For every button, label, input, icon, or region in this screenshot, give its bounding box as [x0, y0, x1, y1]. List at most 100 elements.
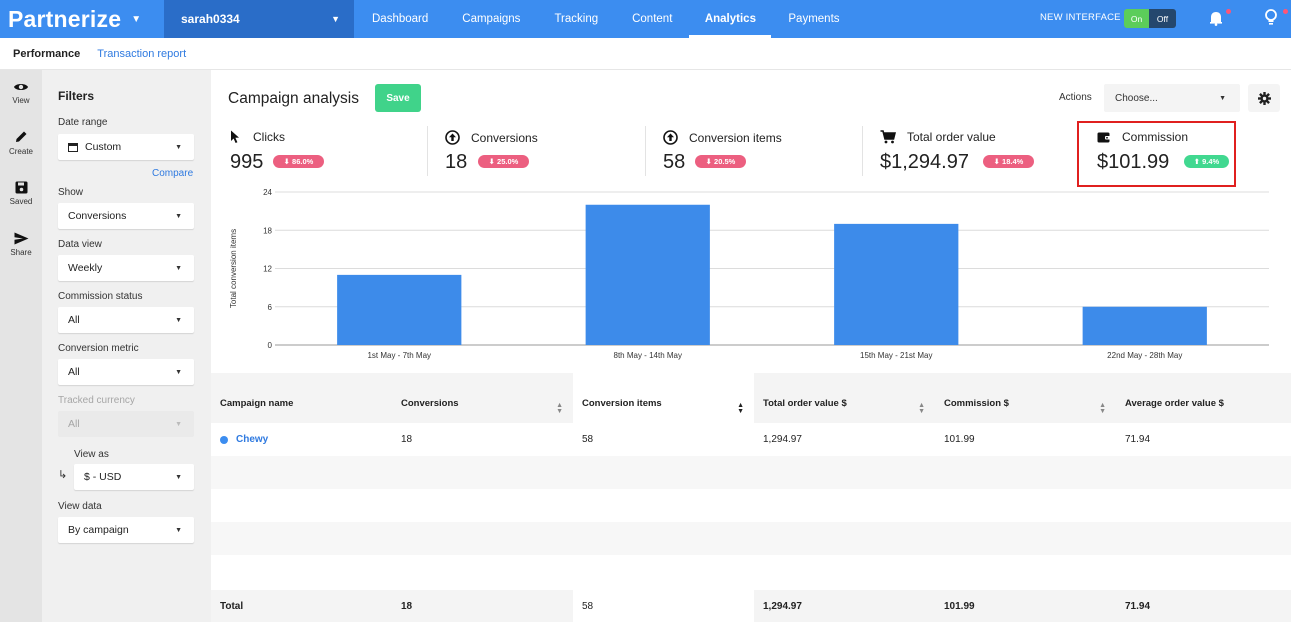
rail-share[interactable]: Share — [0, 232, 42, 257]
date-range-label: Date range — [58, 117, 108, 128]
campaign-link[interactable]: Chewy — [211, 423, 268, 456]
calendar-icon — [68, 143, 78, 152]
kpi-change-badge: ⬇ 18.4% — [983, 155, 1034, 168]
sort-icon[interactable]: ▲ ▼ — [1099, 402, 1106, 415]
kpi-change: 25.0% — [497, 157, 519, 166]
caret-down-icon: ▼ — [175, 316, 182, 324]
table-row-empty — [211, 522, 1291, 555]
rail-view[interactable]: View — [0, 81, 42, 105]
partnerize-logo[interactable]: Partnerize ▼ — [0, 0, 164, 38]
kpi-change-badge: ⬇ 20.5% — [695, 155, 746, 168]
chevron-down-icon: ▼ — [331, 14, 340, 24]
conversion-metric-select[interactable]: All ▼ — [58, 359, 194, 385]
nav-tracking[interactable]: Tracking — [537, 0, 615, 38]
main-panel: Campaign analysis Save Actions Choose...… — [211, 70, 1291, 622]
data-view-label: Data view — [58, 239, 102, 250]
col-average-order-value-label: Average order value $ — [1125, 397, 1224, 409]
col-campaign-name-label: Campaign name — [220, 397, 294, 409]
kpi-conversion-items: Conversion items 58 ⬇ 20.5% — [663, 124, 853, 182]
nav-campaigns[interactable]: Campaigns — [445, 0, 537, 38]
sort-icon[interactable]: ▲ ▼ — [556, 402, 563, 415]
top-nav-bar: Partnerize ▼ sarah0334 ▼ Dashboard Campa… — [0, 0, 1291, 38]
date-range-select[interactable]: Custom ▼ — [58, 134, 194, 160]
lightbulb-icon[interactable] — [1263, 8, 1279, 26]
kpi-change: 86.0% — [292, 157, 314, 166]
kpi-label: Conversions — [471, 130, 538, 145]
col-commission[interactable]: Commission $ ▲ ▼ — [935, 373, 1116, 423]
caret-down-icon: ▼ — [175, 420, 182, 428]
compare-link[interactable]: Compare — [152, 168, 193, 179]
cart-icon — [880, 130, 896, 144]
caret-down-icon: ▼ — [175, 368, 182, 376]
new-interface-toggle[interactable]: On Off — [1124, 9, 1176, 28]
tab-performance[interactable]: Performance — [13, 48, 80, 60]
rail-view-label: View — [12, 96, 30, 105]
y-tick-label: 18 — [263, 226, 272, 235]
settings-button[interactable] — [1248, 84, 1280, 112]
notification-icon[interactable] — [1208, 10, 1224, 26]
nav-payments[interactable]: Payments — [771, 0, 856, 38]
left-rail: View Create Saved Share — [0, 70, 42, 622]
filters-heading: Filters — [58, 89, 95, 103]
view-as-select[interactable]: $ - USD ▼ — [74, 464, 194, 490]
notification-dot — [1226, 9, 1231, 14]
commission-status-label: Commission status — [58, 291, 143, 302]
return-arrow-icon: ↳ — [58, 469, 68, 481]
page-title: Campaign analysis — [228, 90, 359, 107]
y-tick-label: 0 — [268, 341, 273, 350]
kpi-change-badge: ⬇ 25.0% — [478, 155, 529, 168]
caret-down-icon: ▼ — [175, 473, 182, 481]
kpi-divider — [427, 126, 428, 176]
y-tick-label: 12 — [263, 265, 272, 274]
col-campaign-name[interactable]: Campaign name — [211, 373, 392, 423]
sort-icon[interactable]: ▲ ▼ — [737, 402, 744, 415]
col-average-order-value[interactable]: Average order value $ — [1116, 373, 1291, 423]
filters-panel: Filters Date range Custom ▼ Compare Show… — [42, 70, 211, 622]
table-row[interactable]: Chewy 18 58 1,294.97 101.99 71.94 — [211, 423, 1291, 456]
col-conversions[interactable]: Conversions ▲ ▼ — [392, 373, 573, 423]
conversion-metric-label: Conversion metric — [58, 343, 139, 354]
nav-dashboard[interactable]: Dashboard — [355, 0, 445, 38]
save-button[interactable]: Save — [375, 84, 421, 112]
caret-down-icon: ▼ — [1219, 94, 1226, 102]
arrow-up-circle-icon — [663, 130, 678, 145]
rail-create[interactable]: Create — [0, 130, 42, 156]
tracked-currency-select: All ▼ — [58, 411, 194, 437]
kpi-label: Clicks — [253, 130, 285, 144]
kpi-clicks: Clicks 995 ⬇ 86.0% — [230, 124, 420, 182]
table-row-empty — [211, 456, 1291, 489]
toggle-on[interactable]: On — [1124, 9, 1149, 28]
col-total-order-value[interactable]: Total order value $ ▲ ▼ — [754, 373, 935, 423]
kpi-conversions: Conversions 18 ⬇ 25.0% — [445, 124, 635, 182]
logo-text: Partnerize — [8, 5, 122, 32]
show-value: Conversions — [68, 210, 127, 222]
kpi-divider — [645, 126, 646, 176]
actions-select[interactable]: Choose... ▼ — [1104, 84, 1240, 112]
toggle-off[interactable]: Off — [1149, 9, 1176, 28]
sort-icon[interactable]: ▲ ▼ — [918, 402, 925, 415]
cell-conversion-items: 58 — [582, 434, 594, 445]
table-footer: Total 18 58 1,294.97 101.99 71.94 — [211, 590, 1291, 622]
col-conversions-label: Conversions — [401, 397, 459, 409]
x-tick-label: 22nd May - 28th May — [1107, 351, 1182, 360]
data-view-select[interactable]: Weekly ▼ — [58, 255, 194, 281]
y-tick-label: 24 — [263, 188, 272, 197]
account-selector[interactable]: sarah0334 ▼ — [164, 0, 354, 38]
rail-saved[interactable]: Saved — [0, 181, 42, 206]
view-data-select[interactable]: By campaign ▼ — [58, 517, 194, 543]
col-conversion-items[interactable]: Conversion items ▲ ▼ — [573, 373, 754, 423]
commission-status-select[interactable]: All ▼ — [58, 307, 194, 333]
actions-value: Choose... — [1115, 92, 1158, 104]
nav-analytics[interactable]: Analytics — [689, 0, 772, 38]
show-select[interactable]: Conversions ▼ — [58, 203, 194, 229]
data-view-value: Weekly — [68, 262, 103, 274]
nav-content[interactable]: Content — [615, 0, 689, 38]
eye-icon — [14, 84, 28, 90]
conversion-metric-value: All — [68, 366, 80, 378]
x-tick-label: 8th May - 14th May — [614, 351, 682, 360]
chevron-down-icon[interactable]: ▼ — [131, 14, 141, 25]
tab-transaction-report[interactable]: Transaction report — [97, 48, 186, 60]
campaign-name: Chewy — [236, 434, 269, 445]
new-interface-label: NEW INTERFACE — [1040, 12, 1121, 23]
cell-average-order-value: 71.94 — [1125, 434, 1151, 445]
